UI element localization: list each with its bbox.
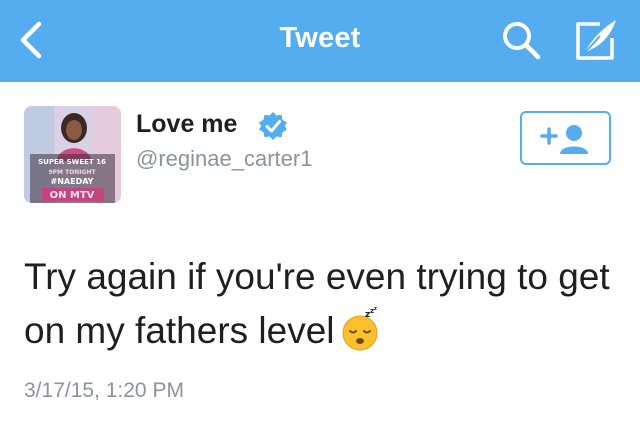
avatar-text-line3: #NAEDAY — [51, 177, 94, 186]
compose-tweet-icon — [576, 20, 616, 60]
avatar-image: SUPER SWEET 16 9PM TONIGHT #NAEDAY ON MT… — [24, 106, 121, 203]
verified-badge-icon — [259, 112, 287, 140]
sleeping-face-emoji-icon: z z z — [342, 307, 378, 351]
add-user-icon — [540, 125, 588, 154]
search-button[interactable] — [498, 18, 546, 62]
follow-button[interactable] — [520, 111, 611, 165]
author-name[interactable]: Love me — [136, 110, 237, 139]
tweet-text: Try again if you're even trying to get o… — [24, 250, 624, 358]
search-icon — [503, 22, 541, 60]
avatar[interactable]: SUPER SWEET 16 9PM TONIGHT #NAEDAY ON MT… — [24, 106, 121, 203]
avatar-text-line1: SUPER SWEET 16 — [38, 158, 106, 166]
tweet-timestamp: 3/17/15, 1:20 PM — [24, 379, 184, 402]
svg-text:z: z — [374, 307, 377, 312]
tweet-body: Try again if you're even trying to get o… — [24, 256, 610, 351]
avatar-text-line2: 9PM TONIGHT — [48, 169, 96, 176]
author-handle[interactable]: @reginae_carter1 — [136, 146, 312, 172]
avatar-text-line4: ON MTV — [50, 190, 95, 201]
top-navigation-bar: Tweet — [0, 0, 640, 82]
compose-tweet-button[interactable] — [570, 16, 620, 64]
